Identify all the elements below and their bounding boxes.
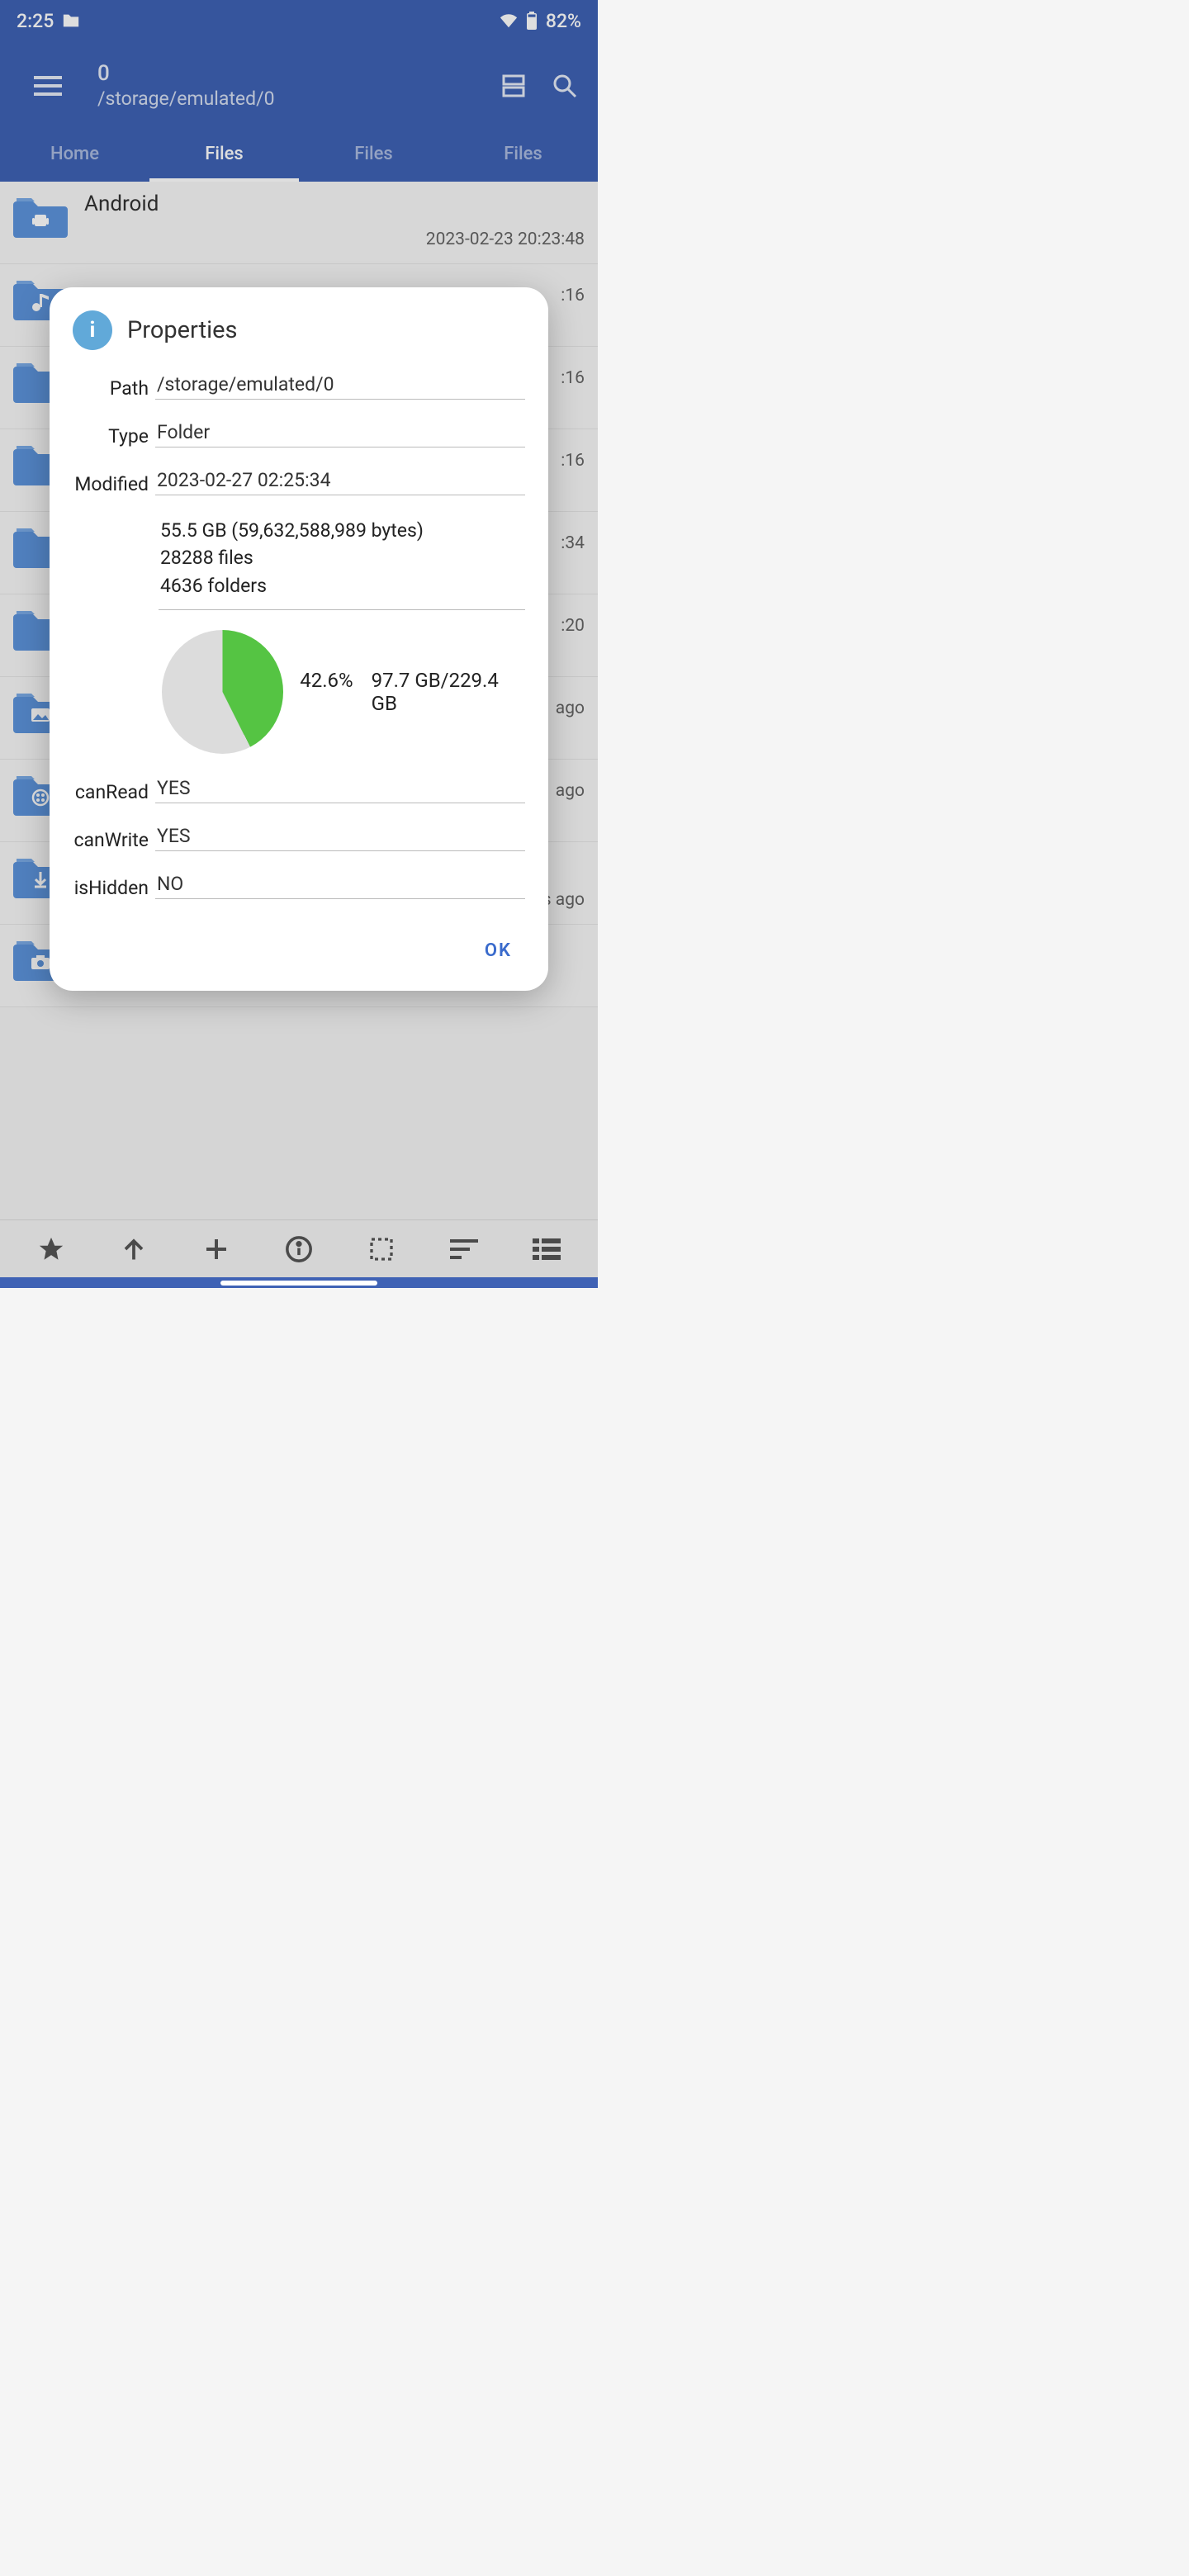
properties-dialog: i Properties Path /storage/emulated/0 Ty… [50, 287, 548, 991]
storage-usage-row: 42.6% 97.7 GB/229.4 GB [162, 630, 525, 754]
modified-value: 2023-02-27 02:25:34 [155, 469, 525, 495]
canread-value: YES [155, 777, 525, 803]
info-icon: i [73, 310, 112, 350]
ishidden-label: isHidden [73, 877, 155, 899]
storage-pie-chart [162, 630, 283, 754]
canwrite-label: canWrite [73, 829, 155, 851]
size-block: 55.5 GB (59,632,588,989 bytes) 28288 fil… [159, 517, 525, 610]
size-line: 55.5 GB (59,632,588,989 bytes) [160, 517, 525, 544]
storage-percent: 42.6% [300, 669, 353, 715]
files-line: 28288 files [160, 544, 525, 571]
modified-label: Modified [73, 473, 155, 495]
folders-line: 4636 folders [160, 572, 525, 599]
dialog-title: Properties [127, 316, 237, 344]
dialog-backdrop[interactable]: i Properties Path /storage/emulated/0 Ty… [0, 0, 598, 1288]
type-label: Type [73, 425, 155, 447]
ok-button[interactable]: OK [471, 934, 525, 968]
path-value: /storage/emulated/0 [155, 373, 525, 400]
ishidden-value: NO [155, 873, 525, 899]
canread-label: canRead [73, 781, 155, 803]
gesture-pill[interactable] [220, 1281, 377, 1286]
canwrite-value: YES [155, 825, 525, 851]
type-value: Folder [155, 421, 525, 447]
storage-space: 97.7 GB/229.4 GB [372, 669, 525, 715]
path-label: Path [73, 377, 155, 400]
